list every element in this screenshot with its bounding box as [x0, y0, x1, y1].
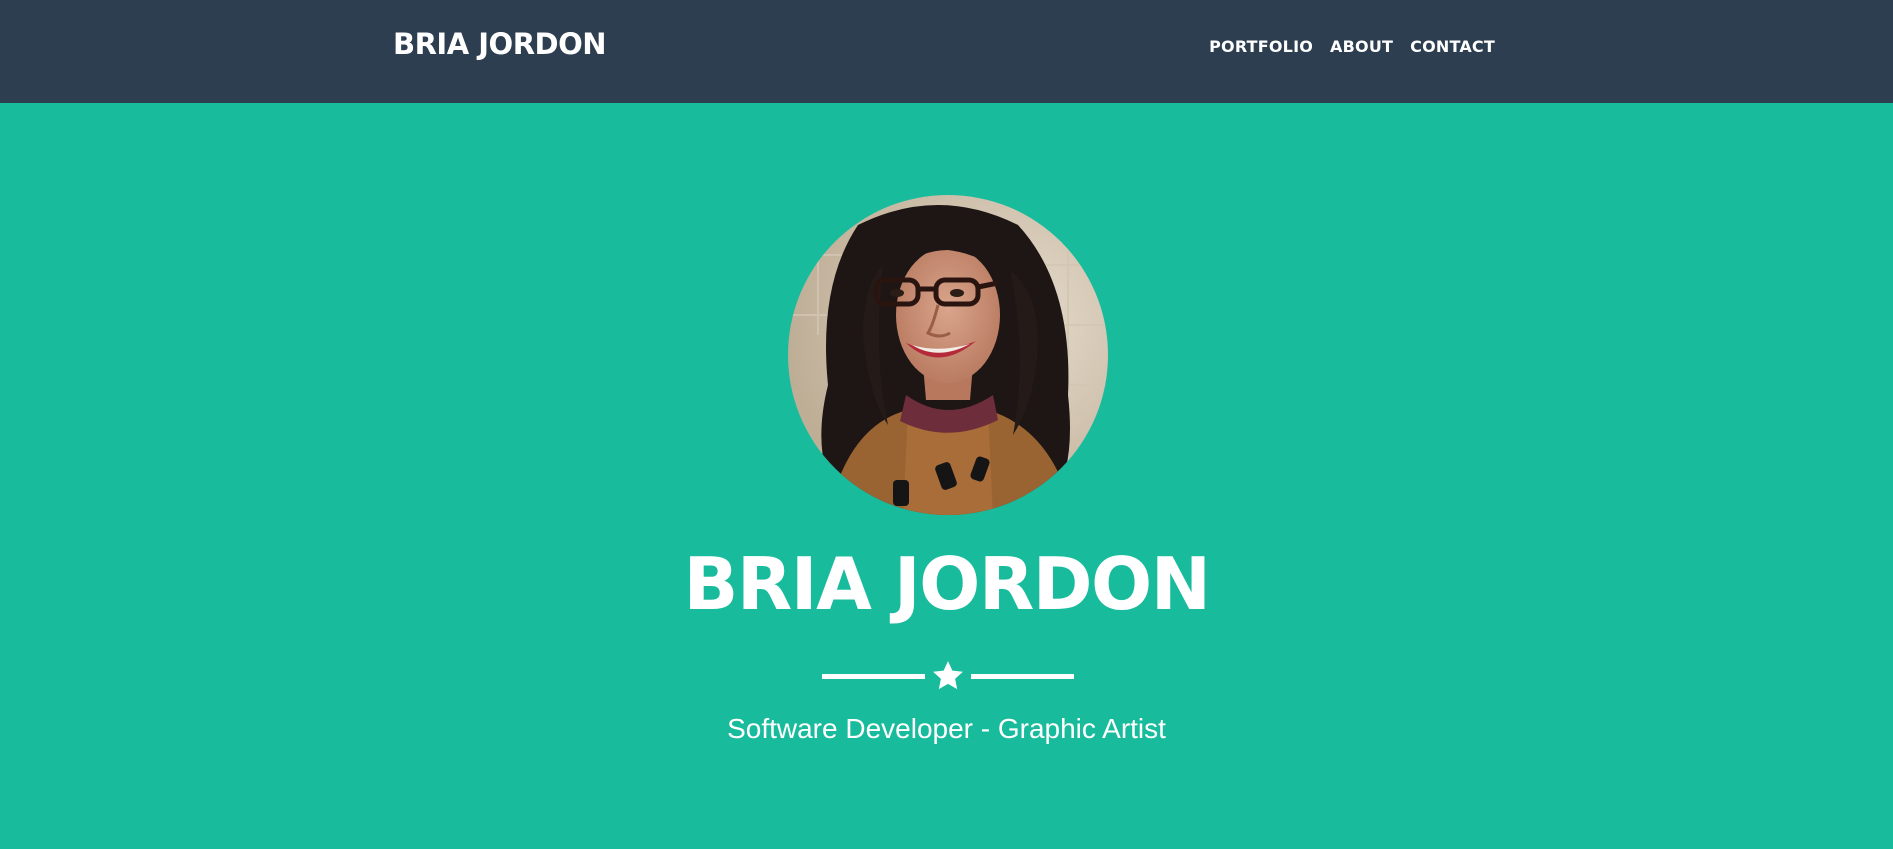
- star-icon: [933, 661, 963, 690]
- navbar: BRIA JORDON PORTFOLIO ABOUT CONTACT: [0, 0, 1893, 103]
- hero-title: BRIA JORDON: [683, 542, 1211, 626]
- main-nav: PORTFOLIO ABOUT CONTACT: [1209, 39, 1495, 55]
- brand-link[interactable]: BRIA JORDON: [393, 30, 607, 59]
- avatar: [788, 195, 1108, 515]
- nav-link-portfolio[interactable]: PORTFOLIO: [1209, 39, 1313, 55]
- nav-link-contact[interactable]: CONTACT: [1410, 39, 1495, 55]
- hero-subtitle: Software Developer - Graphic Artist: [727, 713, 1166, 744]
- nav-link-about[interactable]: ABOUT: [1330, 39, 1393, 55]
- avatar-photo: [788, 195, 1108, 515]
- divider-line-right: [971, 674, 1074, 679]
- hero-divider: [822, 657, 1074, 695]
- divider-line-left: [822, 674, 925, 679]
